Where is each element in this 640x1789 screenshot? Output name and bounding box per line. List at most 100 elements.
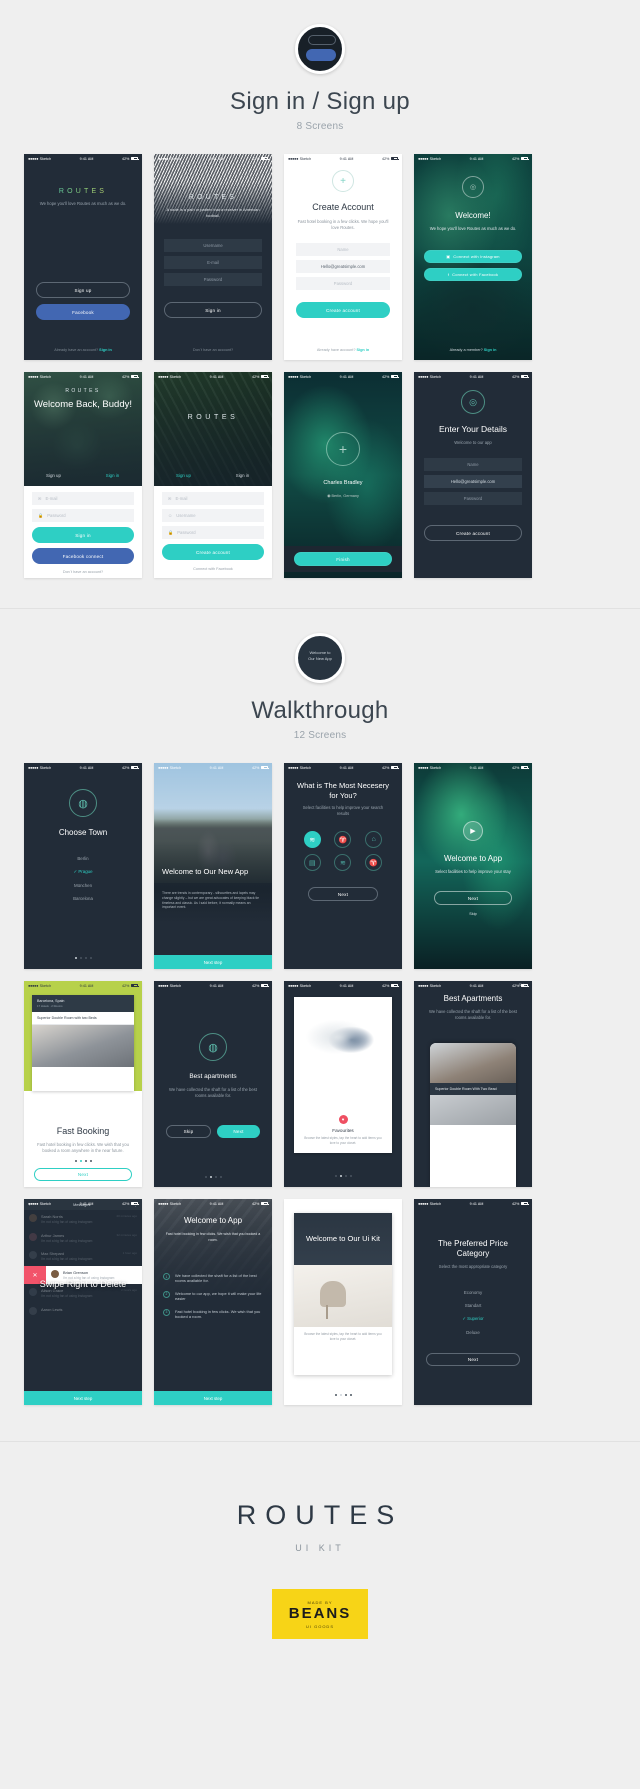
signin-button[interactable]: Sign in xyxy=(32,527,134,543)
screen-best-apartments[interactable]: ●●●●● Sketch 9:41 AM 42% ◍ Best apartment… xyxy=(154,981,272,1187)
screen-best-apartments-preview[interactable]: ●●●●●Sketch 9:41 AM 42% Skip Best Apartm… xyxy=(414,981,532,1187)
list-item[interactable]: Arthur James I'm not a big fan of using … xyxy=(24,1229,142,1248)
next-step-button[interactable]: Next step xyxy=(154,955,272,969)
restaurant-icon-2[interactable]: ♈ xyxy=(365,854,383,871)
category-option-superior[interactable]: ✓ Superior xyxy=(426,1312,520,1326)
username-field[interactable]: Username xyxy=(164,239,262,252)
next-button[interactable]: Next xyxy=(34,1168,132,1181)
town-option-barcelona[interactable]: Barcelona xyxy=(34,892,132,905)
wifi-icon-2[interactable]: ≋ xyxy=(334,854,352,871)
page-dots[interactable] xyxy=(284,1175,402,1177)
create-account-button[interactable]: Create account xyxy=(296,302,390,318)
password-field[interactable]: 🔒 Password xyxy=(162,526,264,539)
email-field[interactable]: Hello@greatsimple.com xyxy=(424,475,522,488)
screen-signup-form[interactable]: ●●●●● Sketch 9:41 AM 42% ROUTES A route i… xyxy=(154,154,272,360)
tab-signup[interactable]: Sign up xyxy=(154,468,213,483)
tab-signin[interactable]: Sign in xyxy=(213,468,272,483)
name-field[interactable]: Name xyxy=(424,458,522,471)
signin-link[interactable]: Sign in xyxy=(99,348,112,352)
email-field[interactable]: Hello@greatsimple.com xyxy=(296,260,390,273)
next-button[interactable]: Next xyxy=(434,891,512,905)
signup-button[interactable]: Sign up xyxy=(36,282,130,298)
category-list[interactable]: Economy Standart ✓ Superior Deluxe xyxy=(426,1286,520,1339)
signin-footnote[interactable]: Already have an account? Sign in xyxy=(24,348,142,352)
password-field[interactable]: Password xyxy=(296,277,390,290)
auth-tabs[interactable]: Sign up Sign in xyxy=(24,468,142,483)
password-field[interactable]: Password xyxy=(164,273,262,286)
auth-tabs[interactable]: Sign up Sign in xyxy=(154,468,272,483)
list-item[interactable]: Aaron Lewis xyxy=(24,1303,142,1319)
screen-welcome-new-app[interactable]: ●●●●● Sketch 9:41 AM 42% Welcome to Our N… xyxy=(154,763,272,969)
ui-kit-card[interactable]: Welcome to Our Ui Kit Browse the latest … xyxy=(294,1213,392,1375)
category-option-deluxe[interactable]: Deluxe xyxy=(426,1326,520,1339)
facebook-connect-link[interactable]: Connect with Facebook xyxy=(162,567,264,571)
category-option-economy[interactable]: Economy xyxy=(426,1286,520,1299)
tab-signup[interactable]: Sign up xyxy=(24,468,83,483)
next-step-button[interactable]: Next step xyxy=(154,1391,272,1405)
signup-footnote[interactable]: Don`t have an account? xyxy=(32,570,134,574)
next-step-button[interactable]: Next step xyxy=(24,1391,142,1405)
screen-fast-booking[interactable]: ●●●●● Sketch 9:41 AM 42% Barcelona, Spain… xyxy=(24,981,142,1187)
password-field[interactable]: 🔒 Password xyxy=(32,509,134,522)
signin-footnote[interactable]: Already a member? Sign in xyxy=(414,348,532,352)
screen-welcome-to-app-aurora[interactable]: ●●●●● Sketch 9:41 AM 42% ▶ Welcome to App… xyxy=(414,763,532,969)
skip-button[interactable]: Skip xyxy=(166,1125,211,1138)
sneaker-card[interactable]: ♥ Favourites Browse the latest styles, t… xyxy=(294,997,392,1153)
play-icon[interactable]: ▶ xyxy=(463,821,483,841)
screen-swipe-to-delete[interactable]: ●●●●● Sketch 9:41 AM 42% ‹ Messages ⋮ Sar… xyxy=(24,1199,142,1405)
add-photo-icon[interactable]: + xyxy=(326,432,360,466)
page-dots[interactable] xyxy=(284,1394,402,1396)
next-button[interactable]: Next xyxy=(217,1125,260,1138)
screen-price-category[interactable]: ●●●●● Sketch 9:41 AM 42% The Preferred Pr… xyxy=(414,1199,532,1405)
signin-link[interactable]: Sign in xyxy=(357,348,370,352)
town-option-prague[interactable]: ✓ Prague xyxy=(34,865,132,879)
screen-profile-photo[interactable]: ●●●●● Sketch 9:41 AM 42% + Charles Bradle… xyxy=(284,372,402,578)
screen-create-account-leaf[interactable]: ●●●●● Sketch 9:41 AM 42% ROUTES Sign up S… xyxy=(154,372,272,578)
username-field[interactable]: ☺ Username xyxy=(162,509,264,522)
signin-button[interactable]: Sign in xyxy=(164,302,262,318)
signin-footnote[interactable]: Already have account? Sign in xyxy=(284,348,402,352)
create-account-button[interactable]: Create account xyxy=(162,544,264,560)
hotel-card[interactable]: Barcelona, Spain 17 Hotels · 2 Rooms Sup… xyxy=(32,995,134,1091)
name-field[interactable]: Name xyxy=(296,243,390,256)
category-option-standart[interactable]: Standart xyxy=(426,1299,520,1312)
list-item[interactable]: Sarah Norris I'm not a big fan of using … xyxy=(24,1210,142,1229)
tab-signin[interactable]: Sign in xyxy=(83,468,142,483)
password-field[interactable]: Password xyxy=(424,492,522,505)
home-icon[interactable]: ⌂ xyxy=(365,831,383,848)
signin-link[interactable]: Sign in xyxy=(484,348,497,352)
message-list[interactable]: Sarah Norris I'm not a big fan of using … xyxy=(24,1210,142,1266)
facebook-button[interactable]: Facebook xyxy=(36,304,130,320)
email-field[interactable]: ✉ E-mail xyxy=(162,492,264,505)
next-button[interactable]: Next xyxy=(308,887,378,901)
signup-footnote[interactable]: Don`t have an account? xyxy=(154,348,272,352)
screen-choose-town[interactable]: ●●●●● Sketch 9:41 AM 42% ◍ Choose Town Be… xyxy=(24,763,142,969)
town-option-berlin[interactable]: Berlin xyxy=(34,852,132,865)
screen-select-facilities[interactable]: ●●●●● Sketch 9:41 AM 42% What is The Most… xyxy=(284,763,402,969)
page-dots[interactable] xyxy=(154,1176,272,1178)
screen-welcome-ui-kit[interactable]: ●●●●● Sketch 9:41 AM 42% Welcome to Our U… xyxy=(284,1199,402,1405)
town-list[interactable]: Berlin ✓ Prague München Barcelona xyxy=(34,852,132,905)
facility-icon-grid[interactable]: ≋ ♈ ⌂ ▤ ≋ ♈ xyxy=(284,831,402,871)
screen-enter-details[interactable]: ●●●●● Sketch 9:41 AM 42% ◎ Enter Your Det… xyxy=(414,372,532,578)
create-account-button[interactable]: Create account xyxy=(424,525,522,541)
tv-icon[interactable]: ▤ xyxy=(303,854,321,871)
screen-signin-landing[interactable]: ●●●●● Sketch 9:41 AM 42% ROUTES We hope y… xyxy=(24,154,142,360)
email-field[interactable]: E-mail xyxy=(164,256,262,269)
facebook-connect-button[interactable]: Facebook connect xyxy=(32,548,134,564)
wifi-icon[interactable]: ≋ xyxy=(303,831,321,848)
screen-welcome-back[interactable]: ●●●●● Sketch 9:41 AM 42% ROUTES Welcome B… xyxy=(24,372,142,578)
screen-create-account[interactable]: ●●●●● Sketch 9:41 AM 42% + Create Account… xyxy=(284,154,402,360)
screen-favourites[interactable]: ●●●●● Sketch 9:41 AM 42% ♥ Favourites Bro… xyxy=(284,981,402,1187)
instagram-button[interactable]: ▣ Connect with Instagram xyxy=(424,250,522,263)
page-dots[interactable] xyxy=(24,957,142,959)
list-item[interactable]: Max Shepard I'm not a big fan of using I… xyxy=(24,1247,142,1266)
finish-button[interactable]: Finish xyxy=(294,552,392,566)
page-dots[interactable] xyxy=(34,1160,132,1162)
screen-welcome-aurora[interactable]: ●●●●● Sketch 9:41 AM 42% ◎ Welcome! We ho… xyxy=(414,154,532,360)
screen-welcome-to-app-list[interactable]: ●●●●● Sketch 9:41 AM 42% Welcome to App F… xyxy=(154,1199,272,1405)
add-photo-icon[interactable]: + xyxy=(332,170,354,192)
skip-button[interactable]: Skip xyxy=(414,912,532,916)
facebook-button[interactable]: f Connect with Facebook xyxy=(424,268,522,281)
next-button[interactable]: Next xyxy=(426,1353,520,1366)
